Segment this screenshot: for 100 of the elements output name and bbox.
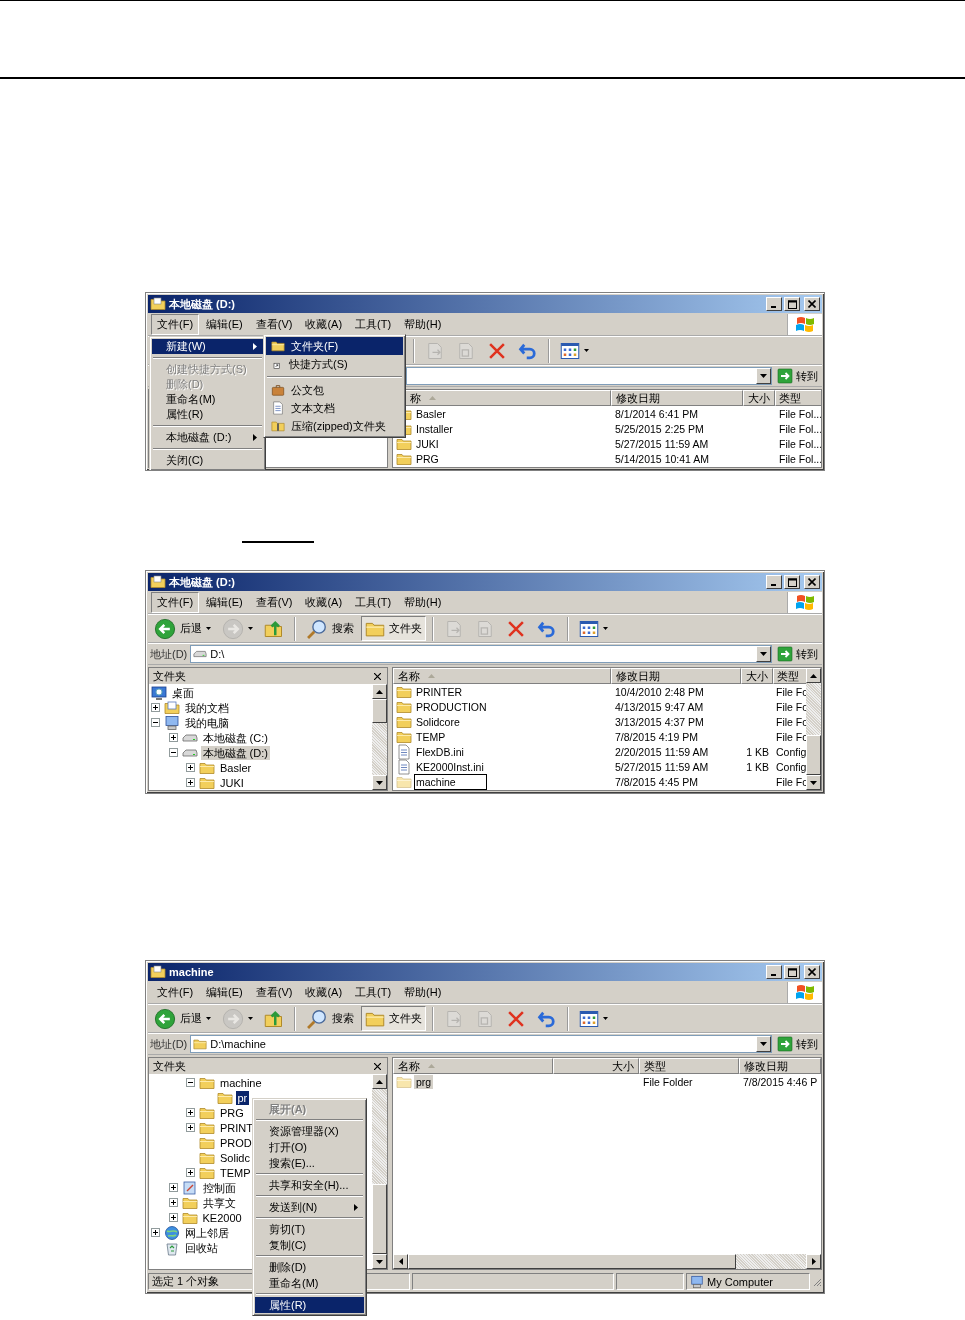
column-header[interactable]: 名称	[393, 668, 611, 684]
expand-toggle[interactable]	[151, 1228, 160, 1237]
tree-item[interactable]: Solidc	[218, 1150, 252, 1165]
menu-item[interactable]: 删除(D)	[255, 1259, 364, 1275]
expand-toggle[interactable]	[186, 778, 195, 787]
file-name[interactable]: KE2000Inst.ini	[414, 759, 486, 774]
search-button[interactable]: 搜索	[302, 1006, 358, 1031]
tree-item[interactable]: PRINT	[218, 1120, 255, 1135]
column-header[interactable]: 大小	[553, 1058, 639, 1074]
expand-toggle[interactable]	[186, 1168, 195, 1177]
menu-item[interactable]: 剪切(T)	[255, 1221, 364, 1237]
scroll-thumb[interactable]	[372, 1184, 387, 1254]
menu-item[interactable]: 帮助(H)	[398, 591, 448, 613]
menu-item[interactable]: 收藏(A)	[299, 591, 349, 613]
expand-toggle[interactable]	[186, 763, 195, 772]
search-button[interactable]: 搜索	[302, 616, 358, 641]
menu-item[interactable]: 快捷方式(S)	[266, 355, 403, 373]
menu-item[interactable]: 打开(O)	[255, 1139, 364, 1155]
minimize-button[interactable]	[766, 297, 782, 311]
maximize-button[interactable]	[784, 575, 800, 589]
tree-item[interactable]: machine	[218, 1075, 264, 1090]
menu-item[interactable]: 资源管理器(X)	[255, 1123, 364, 1139]
scroll-thumb[interactable]	[408, 1254, 736, 1269]
expand-toggle[interactable]	[186, 1078, 195, 1087]
folders-button[interactable]: 文件夹	[361, 616, 426, 641]
menu-item[interactable]: 工具(T)	[349, 981, 398, 1003]
expand-toggle[interactable]	[151, 703, 160, 712]
menu-item[interactable]: 收藏(A)	[299, 313, 349, 335]
column-header[interactable]: 修改日期	[611, 390, 743, 406]
dropdown-button[interactable]	[756, 1036, 771, 1052]
menu-item[interactable]: 编辑(E)	[200, 981, 249, 1003]
go-button[interactable]: 转到	[775, 1034, 820, 1054]
column-header[interactable]: 修改日期	[739, 1058, 821, 1074]
close-button[interactable]	[804, 965, 820, 979]
address-field[interactable]: D:\machine	[190, 1035, 772, 1053]
menu-item[interactable]: 编辑(E)	[200, 591, 249, 613]
menu-item[interactable]: 属性(R)	[255, 1297, 364, 1313]
column-header[interactable]: 类型	[775, 390, 821, 406]
menu-item[interactable]: 查看(V)	[249, 591, 299, 613]
menu-item[interactable]: 发送到(N)	[255, 1199, 364, 1215]
menu-item[interactable]: 帮助(H)	[398, 981, 448, 1003]
file-name[interactable]: prg	[414, 1074, 434, 1089]
scroll-thumb[interactable]	[806, 735, 821, 775]
menu-item[interactable]: 编辑(E)	[200, 313, 249, 335]
column-header[interactable]: 大小	[743, 390, 775, 406]
tree-item[interactable]: KE2000	[200, 1210, 244, 1225]
menu-item[interactable]: 关闭(C)	[152, 453, 263, 468]
go-button[interactable]: 转到	[775, 644, 820, 664]
tree-item[interactable]: 控制面	[200, 1180, 238, 1195]
close-button[interactable]	[804, 297, 820, 311]
maximize-button[interactable]	[784, 965, 800, 979]
tree-item[interactable]: PROD	[218, 1135, 254, 1150]
expand-toggle[interactable]	[186, 1108, 195, 1117]
menu-item[interactable]: 搜索(E)...	[255, 1155, 364, 1171]
tree-item[interactable]: 我的电脑	[183, 715, 231, 730]
expand-toggle[interactable]	[168, 1183, 178, 1192]
file-name[interactable]: TEMP	[414, 729, 448, 744]
file-name[interactable]: PRG	[414, 451, 441, 466]
folders-button[interactable]: 文件夹	[361, 1006, 426, 1031]
tree-item[interactable]: JUKI	[218, 775, 246, 790]
minimize-button[interactable]	[766, 965, 782, 979]
tree-item[interactable]: 共享文	[200, 1195, 238, 1210]
expand-toggle[interactable]	[168, 1213, 178, 1222]
expand-toggle[interactable]	[151, 718, 160, 727]
back-button[interactable]: 后退	[150, 1006, 215, 1031]
back-button[interactable]: 后退	[150, 616, 215, 641]
menu-item[interactable]: 文件(F)	[151, 313, 200, 335]
maximize-button[interactable]	[784, 297, 800, 311]
tree-item[interactable]: TEMP	[218, 1165, 253, 1180]
close-button[interactable]	[804, 575, 820, 589]
tree-item[interactable]: 回收站	[183, 1240, 220, 1255]
scrollbar[interactable]	[372, 1074, 387, 1269]
tree-item[interactable]: PRG	[218, 1105, 246, 1120]
expand-toggle[interactable]	[168, 733, 178, 742]
dropdown-button[interactable]	[756, 646, 771, 662]
file-name[interactable]: FlexDB.ini	[414, 744, 466, 759]
menu-item[interactable]: 复制(C)	[255, 1237, 364, 1253]
menu-item[interactable]: 文件夹(F)	[266, 337, 403, 355]
scrollbar[interactable]	[372, 684, 387, 790]
column-header[interactable]: 类型	[639, 1058, 739, 1074]
scrollbar[interactable]	[806, 668, 821, 790]
tree-item[interactable]: 本地磁盘 (D:)	[200, 745, 270, 760]
file-name[interactable]: Installer	[414, 421, 455, 436]
column-header[interactable]: 修改日期	[611, 668, 741, 684]
rename-field[interactable]: machine	[414, 773, 487, 790]
menu-item[interactable]: 压缩(zipped)文件夹	[266, 417, 403, 435]
go-button[interactable]: 转到	[775, 366, 820, 386]
menu-item[interactable]: 查看(V)	[249, 981, 299, 1003]
scrollbar[interactable]	[393, 1254, 821, 1269]
column-header[interactable]: 类型	[773, 668, 809, 684]
menu-item[interactable]: 重命名(M)	[152, 392, 263, 407]
tree-item[interactable]: Basler	[218, 760, 254, 775]
menu-item[interactable]: 帮助(H)	[398, 313, 448, 335]
menu-item[interactable]: 本地磁盘 (D:)	[152, 430, 263, 445]
address-field[interactable]	[406, 367, 772, 385]
dropdown-button[interactable]	[756, 368, 771, 384]
menu-item[interactable]: 文件(F)	[151, 591, 200, 613]
column-header[interactable]: 名称	[393, 1058, 553, 1074]
menu-item[interactable]: 工具(T)	[349, 313, 398, 335]
menu-item[interactable]: 工具(T)	[349, 591, 398, 613]
